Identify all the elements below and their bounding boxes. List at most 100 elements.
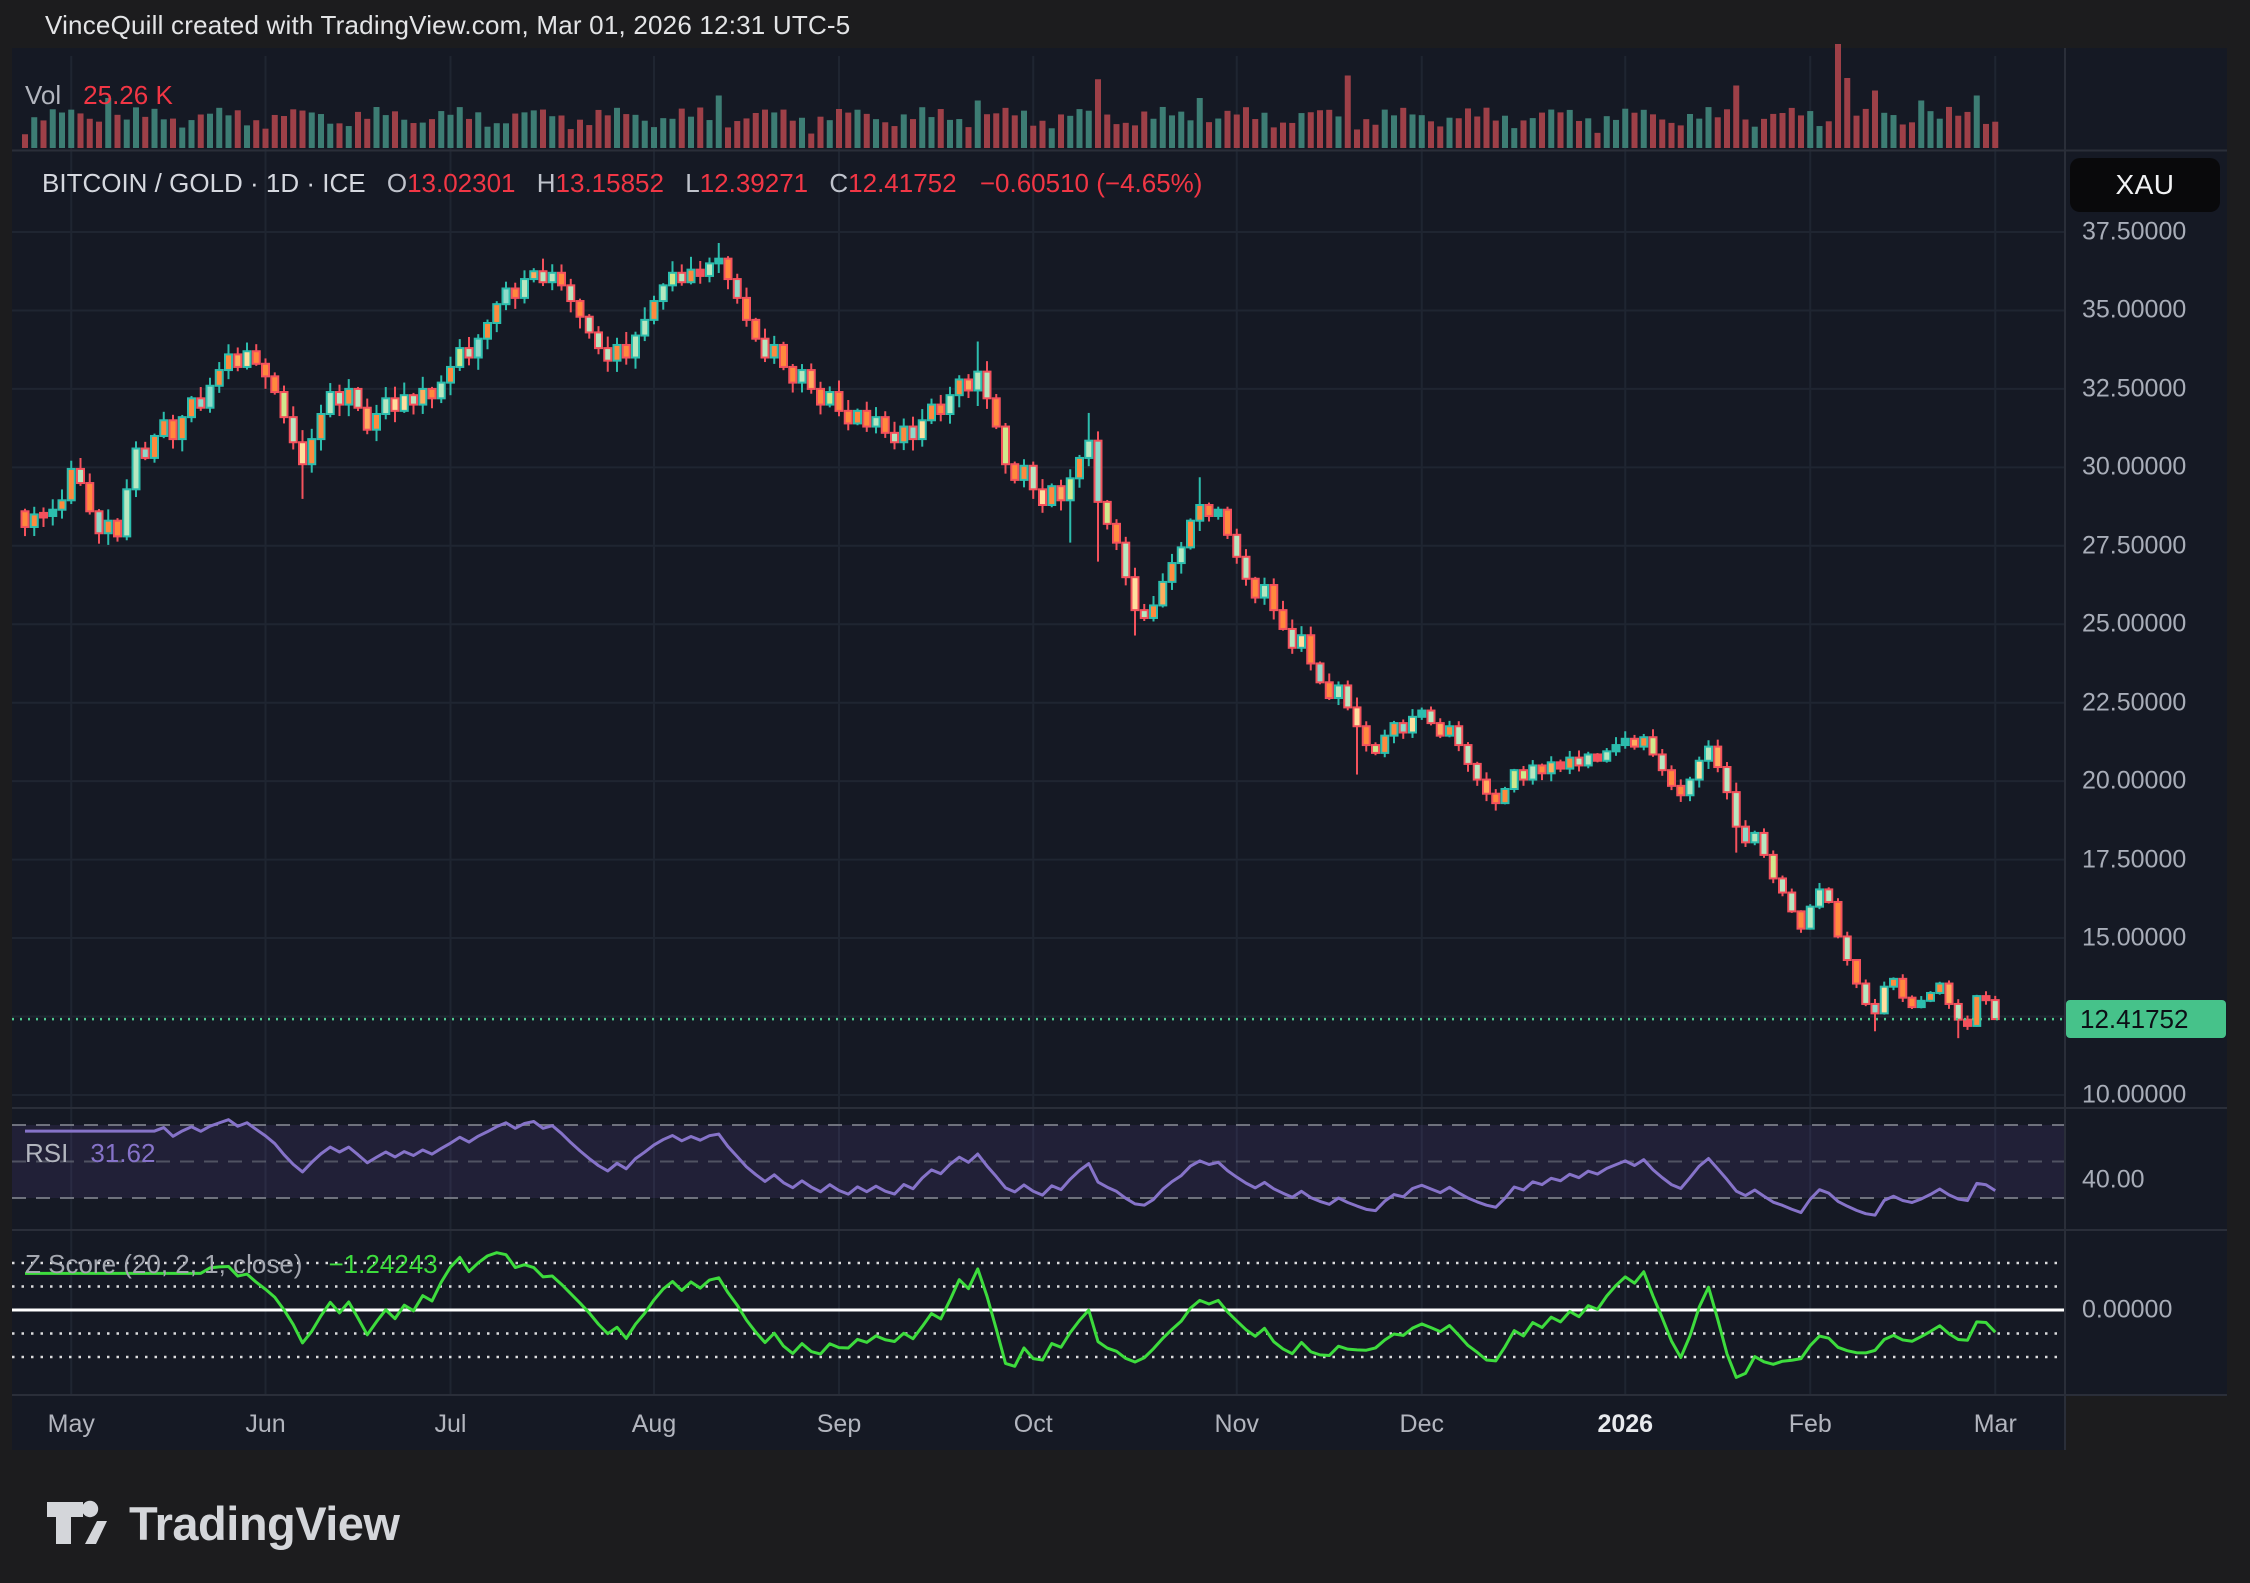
volume-bar [892, 126, 898, 148]
volume-bar [41, 120, 47, 148]
volume-bar [96, 122, 102, 148]
attribution-text: VinceQuill created with TradingView.com,… [45, 10, 850, 41]
volume-bar [494, 123, 500, 148]
open-label: O [387, 168, 407, 198]
candle-body [1733, 792, 1740, 827]
candle-body [179, 417, 186, 439]
candle-body [919, 420, 926, 439]
volume-bar [1826, 121, 1832, 148]
candle-body [1788, 893, 1795, 912]
time-axis-tick: Jun [245, 1410, 285, 1439]
candle-body [1622, 739, 1629, 745]
candle-body [1798, 911, 1805, 928]
volume-bar [1780, 113, 1786, 148]
volume-bar [1299, 113, 1305, 148]
volume-bar [1391, 115, 1397, 148]
candle-body [1206, 505, 1213, 516]
chart-canvas[interactable] [0, 0, 2250, 1583]
time-axis-tick: Oct [1014, 1410, 1053, 1439]
candle-body [1391, 723, 1398, 736]
volume-bar [549, 116, 555, 148]
candle-body [984, 372, 991, 399]
candle-body [1261, 585, 1268, 598]
volume-bar [1234, 115, 1240, 148]
volume-bar [1077, 109, 1083, 148]
volume-bar [485, 127, 491, 148]
candle-body [762, 339, 769, 358]
rsi-legend: RSI31.62 [25, 1138, 155, 1169]
tradingview-chart-screenshot: VinceQuill created with TradingView.com,… [0, 0, 2250, 1583]
volume-bar [688, 117, 694, 148]
candle-body [558, 273, 565, 286]
volume-bar [1761, 119, 1767, 148]
volume-bar [623, 114, 629, 148]
volume-bar [790, 121, 796, 148]
candle-body [1779, 878, 1786, 892]
volume-bar [651, 127, 657, 148]
low-label: L [685, 168, 699, 198]
volume-bar [1197, 98, 1203, 148]
candle-body [743, 298, 750, 320]
volume-bar [216, 108, 222, 148]
symbol-title[interactable]: BITCOIN / GOLD · 1D · ICE [42, 168, 366, 198]
volume-bar [1752, 127, 1758, 148]
volume-bar [1095, 79, 1101, 148]
volume-bar [1798, 115, 1804, 148]
volume-bar [318, 114, 324, 148]
volume-bar [725, 127, 731, 148]
volume-bar [568, 129, 574, 148]
volume-bar [1141, 112, 1147, 148]
candle-body [1428, 711, 1435, 724]
volume-bar [586, 125, 592, 148]
volume-bar [919, 107, 925, 148]
candle-body [1400, 723, 1407, 732]
candle-body [1724, 767, 1731, 792]
volume-bar [1613, 120, 1619, 148]
volume-bar [901, 114, 907, 148]
candle-body [429, 389, 436, 398]
zscore-legend: Z Score (20, 2, 1, close)−1.24243 [25, 1249, 438, 1280]
volume-bar [1558, 112, 1564, 148]
candle-body [512, 288, 519, 297]
tradingview-logo-icon[interactable] [45, 1492, 107, 1554]
volume-bar [503, 123, 509, 148]
candle-body [1548, 762, 1555, 773]
candle-body [1150, 605, 1157, 618]
candle-body [1659, 754, 1666, 770]
candle-body [1539, 765, 1546, 773]
volume-bar [1465, 108, 1471, 148]
candle-body [290, 417, 297, 442]
volume-bar [818, 117, 824, 148]
candle-body [77, 469, 84, 483]
volume-bar [226, 115, 232, 148]
volume-bar [1965, 112, 1971, 148]
candle-body [299, 442, 306, 464]
volume-bar [355, 112, 361, 148]
candle-body [1853, 960, 1860, 984]
volume-bar [1974, 96, 1980, 149]
candle-body [715, 259, 722, 264]
candle-body [142, 449, 149, 458]
candle-body [1289, 629, 1296, 648]
candle-body [410, 395, 417, 404]
candle-body [836, 392, 843, 411]
volume-bar [1789, 108, 1795, 148]
low-value: 12.39271 [700, 168, 808, 198]
price-axis-tick: 17.50000 [2082, 845, 2186, 874]
volume-bar [1021, 111, 1027, 148]
candle-body [188, 398, 195, 417]
candle-body [1557, 762, 1564, 768]
tradingview-logo-text[interactable]: TradingView [129, 1496, 400, 1551]
volume-bar [836, 109, 842, 148]
candle-body [1215, 510, 1222, 516]
volume-bar [753, 113, 759, 148]
volume-bar [744, 118, 750, 148]
volume-bar [401, 120, 407, 148]
volume-bar [1289, 123, 1295, 148]
zscore-label[interactable]: Z Score (20, 2, 1, close) [25, 1249, 302, 1279]
candle-body [799, 370, 806, 383]
candle-body [780, 345, 787, 367]
candle-body [345, 389, 352, 405]
candle-body [1104, 502, 1111, 524]
rsi-label[interactable]: RSI [25, 1138, 68, 1168]
